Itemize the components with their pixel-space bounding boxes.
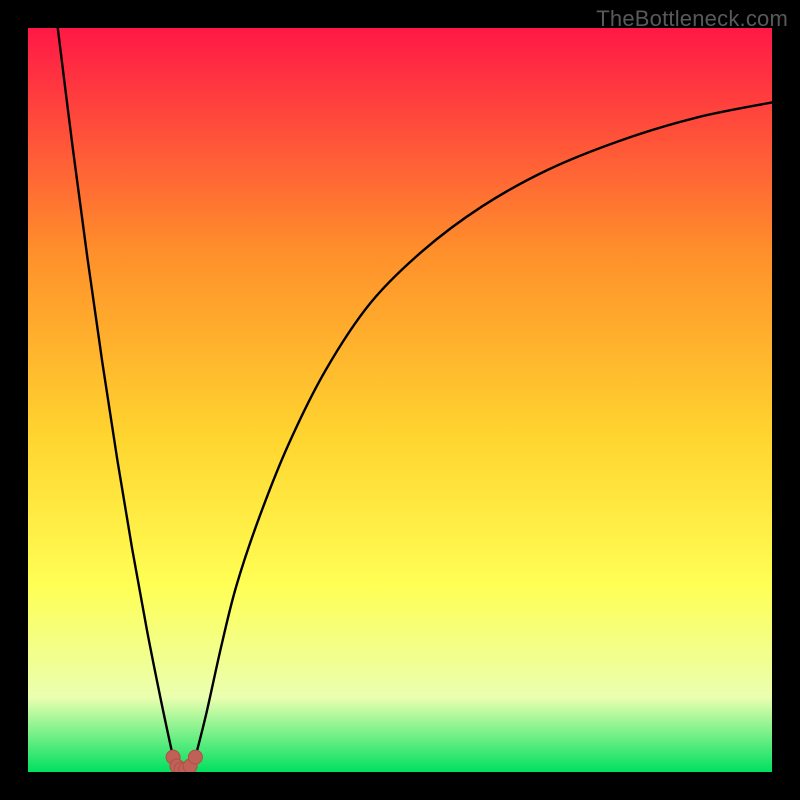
minimum-marker-dot (188, 750, 202, 764)
chart-svg (28, 28, 772, 772)
plot-area (28, 28, 772, 772)
gradient-background (28, 28, 772, 772)
watermark-text: TheBottleneck.com (596, 6, 788, 32)
chart-frame: TheBottleneck.com (0, 0, 800, 800)
